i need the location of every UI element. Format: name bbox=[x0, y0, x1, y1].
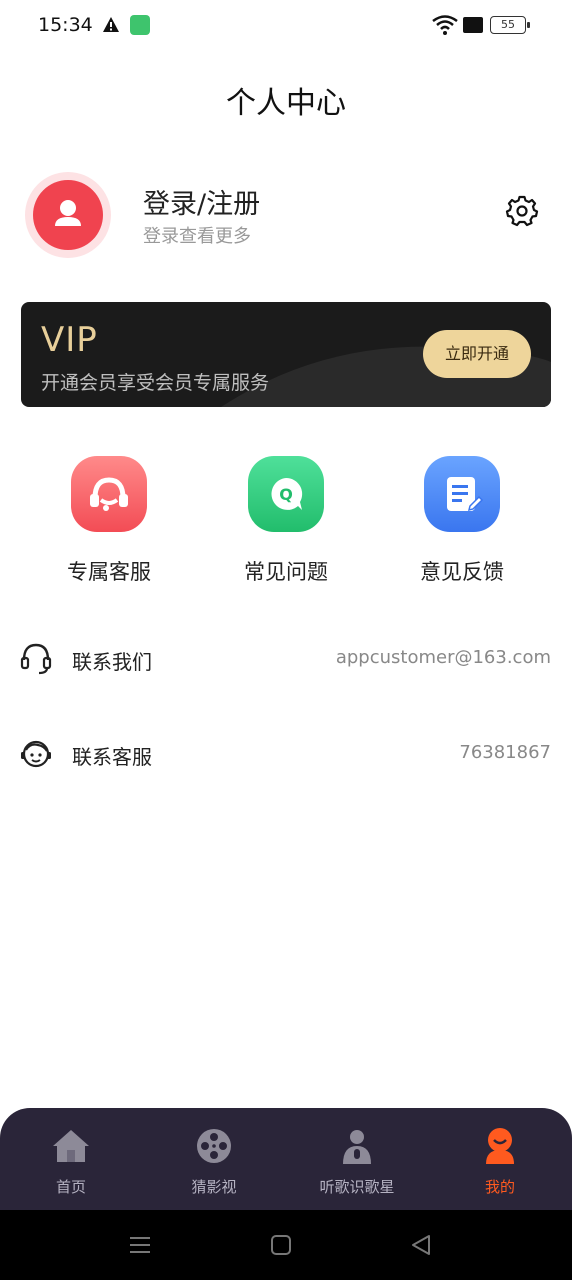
svg-text:Q: Q bbox=[279, 485, 293, 504]
login-register-link[interactable]: 登录/注册 bbox=[143, 182, 260, 221]
headphones-icon bbox=[20, 643, 52, 675]
tab-identify-singer[interactable]: 听歌识歌星 bbox=[307, 1126, 407, 1197]
headset-icon bbox=[71, 456, 147, 532]
quick-action-label: 专属客服 bbox=[67, 560, 151, 584]
gear-icon[interactable] bbox=[505, 193, 539, 227]
contact-service-label: 联系客服 bbox=[72, 745, 152, 769]
tab-guess-film[interactable]: 猜影视 bbox=[164, 1126, 264, 1197]
battery-icon: 55 bbox=[490, 16, 530, 34]
contact-us-email: appcustomer@163.com bbox=[335, 647, 551, 668]
tab-label: 首页 bbox=[55, 1178, 86, 1196]
vip-description: 开通会员享受会员专属服务 bbox=[41, 372, 270, 394]
system-nav-bar bbox=[0, 1210, 572, 1280]
status-bar: 15:34 55 bbox=[0, 0, 572, 50]
tab-label: 听歌识歌星 bbox=[319, 1178, 395, 1196]
home-button-icon[interactable] bbox=[268, 1232, 294, 1258]
quick-action-feedback[interactable]: 意见反馈 bbox=[402, 456, 522, 586]
quick-action-faq[interactable]: Q 常见问题 bbox=[226, 456, 346, 586]
vip-open-button[interactable]: 立即开通 bbox=[423, 330, 531, 378]
menu-icon[interactable] bbox=[127, 1232, 153, 1258]
page-title: 个人中心 bbox=[226, 86, 346, 121]
contact-service-number: 76381867 bbox=[459, 742, 551, 763]
tab-mine[interactable]: 我的 bbox=[450, 1126, 550, 1197]
quick-action-label: 意见反馈 bbox=[420, 560, 504, 584]
home-icon bbox=[53, 1130, 89, 1162]
quick-action-label: 常见问题 bbox=[244, 560, 328, 584]
contact-us-row[interactable]: 联系我们 appcustomer@163.com bbox=[0, 630, 572, 686]
bottom-tab-bar: 首页 猜影视 听歌识歌星 我的 bbox=[0, 1108, 572, 1212]
contact-us-label: 联系我们 bbox=[72, 650, 152, 674]
tab-home[interactable]: 首页 bbox=[21, 1126, 121, 1197]
vip-banner[interactable]: VIP 开通会员享受会员专属服务 立即开通 bbox=[21, 302, 551, 407]
back-icon[interactable] bbox=[408, 1232, 434, 1258]
status-time: 15:34 bbox=[38, 14, 93, 36]
app-notification-icon bbox=[130, 15, 150, 35]
faq-q-icon: Q bbox=[248, 456, 324, 532]
warning-icon bbox=[103, 17, 119, 32]
quick-action-exclusive-service[interactable]: 专属客服 bbox=[49, 456, 169, 586]
contact-service-row[interactable]: 联系客服 76381867 bbox=[0, 725, 572, 781]
no-sim-icon bbox=[463, 17, 483, 33]
singer-icon bbox=[343, 1130, 371, 1164]
feedback-note-icon bbox=[424, 456, 500, 532]
tab-label: 我的 bbox=[484, 1178, 515, 1196]
login-subtitle: 登录查看更多 bbox=[143, 226, 251, 247]
tab-label: 猜影视 bbox=[191, 1178, 237, 1196]
profile-icon bbox=[486, 1128, 514, 1164]
agent-face-icon bbox=[21, 740, 51, 768]
vip-title: VIP bbox=[41, 320, 98, 360]
wifi-icon bbox=[432, 15, 458, 35]
user-icon bbox=[55, 200, 81, 226]
film-reel-icon bbox=[197, 1129, 231, 1163]
avatar[interactable] bbox=[33, 180, 103, 250]
